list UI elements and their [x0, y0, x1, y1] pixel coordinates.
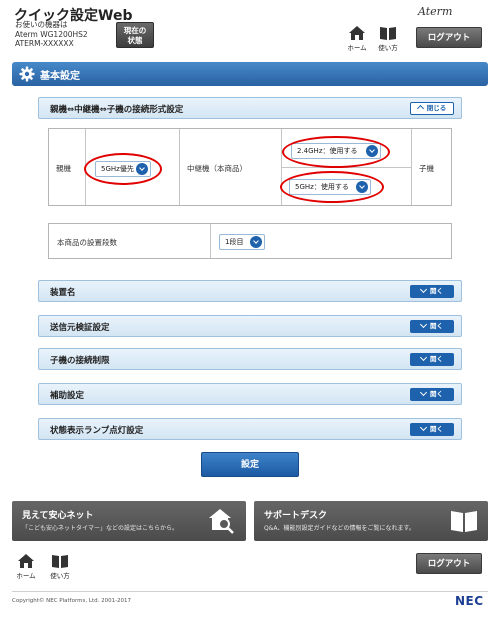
connection-table: 親機 5GHz優先 中継機（本商品） 2.4GHz：使用する 5GHz：使用する…	[48, 128, 452, 206]
book-icon	[52, 555, 68, 568]
close-label: 閉じる	[426, 104, 447, 112]
device-serial: ATERM-XXXXXX	[15, 39, 74, 48]
connection-section-header[interactable]: 親機⇔中継機⇔子機の接続形式設定 閉じる	[38, 97, 462, 119]
section-device-name[interactable]: 装置名 開く	[38, 280, 462, 302]
install-stage-row: 本商品の設置段数 1段目	[48, 223, 452, 259]
chevron-down-icon	[419, 285, 428, 294]
chevron-down-icon	[419, 388, 428, 397]
home-search-icon	[209, 509, 234, 534]
banner-subtitle: 「こども安心ネットタイマー」などの設定はこちらから。	[22, 525, 179, 532]
aterm-logo: Aterm	[418, 5, 453, 18]
apply-settings-button[interactable]: 設定	[201, 452, 299, 477]
page-title-bar: 基本設定	[12, 62, 488, 86]
banner-title: サポートデスク	[264, 511, 328, 521]
highlight-circle	[282, 136, 390, 168]
section-source-verification[interactable]: 送信元検証設定 開く	[38, 315, 462, 337]
footer-help-nav[interactable]: 使い方	[48, 554, 72, 580]
open-button[interactable]: 開く	[410, 285, 454, 298]
support-desk-banner[interactable]: サポートデスク Q&A、機能別設定ガイドなどの情報をご覧になれます。	[254, 501, 488, 541]
device-info: お使いの機器は Aterm WG1200HS2 ATERM-XXXXXX	[15, 20, 88, 49]
page-title: 基本設定	[40, 71, 80, 82]
current-status-button[interactable]: 現在の 状態	[116, 22, 154, 48]
section-title: 装置名	[50, 288, 76, 298]
header: クイック設定Web お使いの機器は Aterm WG1200HS2 ATERM-…	[0, 0, 500, 58]
footer-home-nav[interactable]: ホーム	[14, 554, 38, 580]
chevron-up-icon	[416, 104, 424, 113]
gear-icon	[19, 66, 35, 82]
device-model: Aterm WG1200HS2	[15, 29, 88, 39]
open-label: 開く	[430, 322, 443, 330]
parent-label: 親機	[56, 164, 71, 173]
open-button[interactable]: 開く	[410, 353, 454, 366]
section-auxiliary[interactable]: 補助設定 開く	[38, 383, 462, 405]
section-status-lamp[interactable]: 状態表示ランプ点灯設定 開く	[38, 418, 462, 440]
home-label: ホーム	[347, 44, 367, 52]
home-label: ホーム	[16, 572, 36, 580]
install-stage-label: 本商品の設置段数	[57, 238, 117, 247]
help-nav[interactable]: 使い方	[376, 26, 400, 52]
connection-section-title: 親機⇔中継機⇔子機の接続形式設定	[50, 105, 184, 115]
open-button[interactable]: 開く	[410, 423, 454, 436]
chevron-down-icon	[419, 320, 428, 329]
copyright: Copyright© NEC Platforms, Ltd. 2001-2017	[12, 598, 132, 604]
book-icon	[451, 511, 477, 532]
install-stage-value: 1段目	[225, 238, 244, 246]
section-title: 送信元検証設定	[50, 323, 110, 333]
section-title: 状態表示ランプ点灯設定	[50, 426, 144, 436]
home-icon	[18, 554, 34, 568]
open-button[interactable]: 開く	[410, 320, 454, 333]
open-label: 開く	[430, 355, 443, 363]
section-client-restriction[interactable]: 子機の接続制限 開く	[38, 348, 462, 370]
status-button-line1: 現在の	[123, 26, 147, 35]
footer-divider	[12, 591, 488, 592]
banner-subtitle: Q&A、機能別設定ガイドなどの情報をご覧になれます。	[264, 525, 415, 532]
open-label: 開く	[430, 390, 443, 398]
nec-logo: NEC	[455, 594, 484, 608]
logout-button[interactable]: ログアウト	[416, 27, 482, 48]
home-icon	[349, 26, 365, 40]
highlight-circle	[84, 153, 162, 185]
footer-logout-button[interactable]: ログアウト	[416, 553, 482, 574]
section-title: 子機の接続制限	[50, 356, 110, 366]
mieru-anshin-banner[interactable]: 見えて安心ネット 「こども安心ネットタイマー」などの設定はこちらから。	[12, 501, 246, 541]
child-label: 子機	[419, 164, 434, 173]
status-button-line2: 状態	[127, 36, 143, 45]
highlight-circle	[280, 171, 384, 203]
open-label: 開く	[430, 425, 443, 433]
chevron-down-icon	[419, 353, 428, 362]
chevron-down-icon	[419, 423, 428, 432]
open-label: 開く	[430, 287, 443, 295]
section-title: 補助設定	[50, 391, 85, 401]
open-button[interactable]: 開く	[410, 388, 454, 401]
device-caption: お使いの機器は	[15, 20, 68, 29]
install-stage-select[interactable]: 1段目	[219, 234, 265, 250]
help-label: 使い方	[50, 572, 70, 580]
book-icon	[380, 27, 396, 40]
chevron-down-icon	[250, 236, 262, 248]
banner-title: 見えて安心ネット	[22, 511, 94, 521]
close-button[interactable]: 閉じる	[410, 102, 454, 115]
help-label: 使い方	[378, 44, 398, 52]
repeater-label: 中継機（本商品）	[187, 164, 247, 173]
home-nav[interactable]: ホーム	[345, 26, 369, 52]
